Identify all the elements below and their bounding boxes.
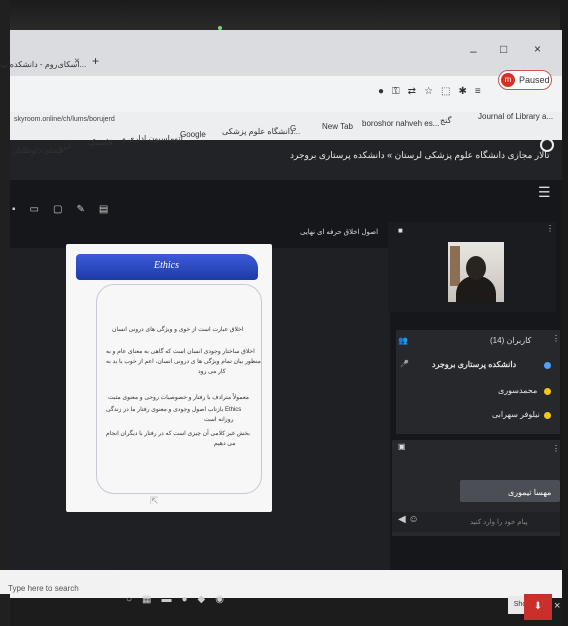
page-title: تالار مجازی دانشگاه علوم پزشکی لرستان » …: [290, 150, 550, 160]
bookmark-item[interactable]: ایزد: [58, 142, 70, 151]
cortana-icon[interactable]: ○: [126, 594, 132, 605]
user-item[interactable]: نیلوفر سهرابی: [492, 410, 540, 419]
user-icon: [544, 362, 551, 369]
screen-icon[interactable]: ▢: [53, 204, 62, 215]
pen-icon[interactable]: ✎: [76, 204, 84, 215]
bookmark-item[interactable]: boroshor nahveh es...: [362, 119, 439, 128]
browser-tab-bar: [10, 30, 562, 76]
bookmark-item[interactable]: Journal of Library a...: [478, 112, 553, 121]
chat-icon: ▣: [398, 442, 406, 451]
chrome-icon[interactable]: ◉: [215, 594, 224, 605]
word-icon[interactable]: ◆: [198, 594, 206, 605]
slide-bullet: می دهیم: [214, 441, 236, 447]
chat-sender-name: مهسا تیموری: [508, 488, 552, 497]
taskbar: [10, 598, 562, 626]
slide-title: Ethics: [154, 260, 179, 271]
bookshelf: [450, 246, 460, 286]
users-header: کاربران (14): [490, 336, 532, 345]
file-icon[interactable]: ▤: [99, 204, 108, 215]
taskbar-icons: ○ ▦ ▬ ● ◆ ◉: [126, 594, 224, 605]
presentation-title: اصول اخلاق حرفه ای نهایی: [300, 229, 379, 236]
user-icon: [544, 388, 551, 395]
more-options-icon[interactable]: ⋮: [552, 334, 560, 343]
camera-icon[interactable]: ■: [398, 226, 403, 235]
maximize-button[interactable]: □: [500, 42, 507, 56]
minimize-button[interactable]: –: [470, 44, 477, 58]
url-field[interactable]: skyroom.online/ch/lums/borujerd: [14, 116, 115, 123]
monitor-bezel-left: [0, 0, 10, 626]
extension-icons: ● ⚿ ⇄ ☆ ⬚ ✱ ≡: [378, 86, 481, 97]
overlay-logo-icon: ⬇: [524, 594, 552, 620]
skyroom-logo-icon: [540, 138, 554, 152]
mic-icon[interactable]: 🎤: [400, 360, 409, 368]
bookmark-item[interactable]: Google: [180, 130, 206, 139]
slide-bullet: اخلاق عبارت است از خوی و ویژگی های درونی…: [112, 327, 244, 333]
slide: Ethics اخلاق عبارت است از خوی و ویژگی ها…: [66, 244, 272, 512]
menu-icon[interactable]: ☰: [538, 184, 551, 201]
slide-banner: Ethics: [76, 254, 258, 280]
user-item[interactable]: دانشکده پرستاری بروجرد: [432, 360, 516, 369]
bookmark-item[interactable]: دانشگاه علوم پزشکی...: [222, 127, 300, 136]
slides-icon[interactable]: ▭: [30, 204, 39, 215]
firefox-icon[interactable]: ●: [182, 594, 188, 605]
slide-bullet: اخلاق ساختار وجودی انسان است که گاهی به …: [106, 349, 255, 355]
paused-label: Paused: [519, 75, 550, 85]
bookmark-item[interactable]: گنج: [440, 116, 451, 125]
new-tab-button[interactable]: +: [92, 54, 99, 68]
slide-bullet: بخش غیر کلامی آن چیزی است که در رفتار با…: [106, 431, 250, 437]
puzzle-icon[interactable]: ✱: [458, 86, 466, 97]
more-options-icon[interactable]: ⋮: [552, 444, 560, 453]
bookmark-item[interactable]: G: [290, 124, 296, 133]
tab-close-icon[interactable]: ×: [74, 56, 80, 67]
folder-icon[interactable]: ▬: [162, 594, 172, 605]
slide-bullet: منظور بیان تمام ویژگی ها ی درونی انسان، …: [106, 359, 261, 365]
chat-input-placeholder: پیام خود را وارد کنید: [470, 519, 528, 526]
whiteboard-icon[interactable]: ▪: [12, 204, 16, 215]
reading-list-icon[interactable]: ≡: [475, 86, 481, 97]
translate-icon[interactable]: ⇄: [408, 86, 416, 97]
bookmark-item[interactable]: New Tab: [322, 122, 353, 131]
slide-bullet: کار می رود: [198, 369, 226, 375]
slide-bullet: روزانه است: [204, 417, 234, 423]
slide-content-frame: [96, 284, 262, 494]
task-view-icon[interactable]: ▦: [142, 594, 151, 605]
close-window-button[interactable]: ×: [534, 42, 541, 56]
avatar: m: [501, 73, 515, 87]
star-icon[interactable]: ☆: [424, 86, 433, 97]
users-icon: 👥: [398, 336, 408, 345]
presenter-head: [466, 256, 486, 280]
mouse-cursor-icon: ⇱: [150, 496, 159, 507]
taskbar-search-placeholder: Type here to search: [8, 584, 79, 593]
monitor-bezel-top: [0, 0, 568, 30]
key-icon[interactable]: ⚿: [392, 86, 400, 97]
extension-icon[interactable]: ⬚: [441, 86, 450, 97]
close-downloads-icon[interactable]: ×: [554, 600, 560, 612]
bookmark-item[interactable]: فضای داوطلبان: [12, 146, 63, 155]
user-item[interactable]: محمدسوری: [498, 386, 537, 395]
user-icon: [544, 412, 551, 419]
slide-bullet: معمولاً مترادف با رفتار و خصوصیات روحی و…: [108, 395, 249, 401]
profile-paused-button[interactable]: m Paused: [498, 70, 552, 90]
presentation-toolbar: ▪ ▭ ▢ ✎ ▤: [12, 204, 108, 215]
bookmark-item[interactable]: قاصدک: [88, 138, 112, 147]
record-icon[interactable]: ●: [378, 86, 384, 97]
more-options-icon[interactable]: ⋮: [546, 224, 554, 233]
send-icon[interactable]: ◀ ☺: [398, 514, 419, 525]
webcam-video: [448, 242, 504, 302]
slide-bullet: Ethics بازتاب اصول وجودی و معنوی رفتار م…: [106, 407, 242, 413]
